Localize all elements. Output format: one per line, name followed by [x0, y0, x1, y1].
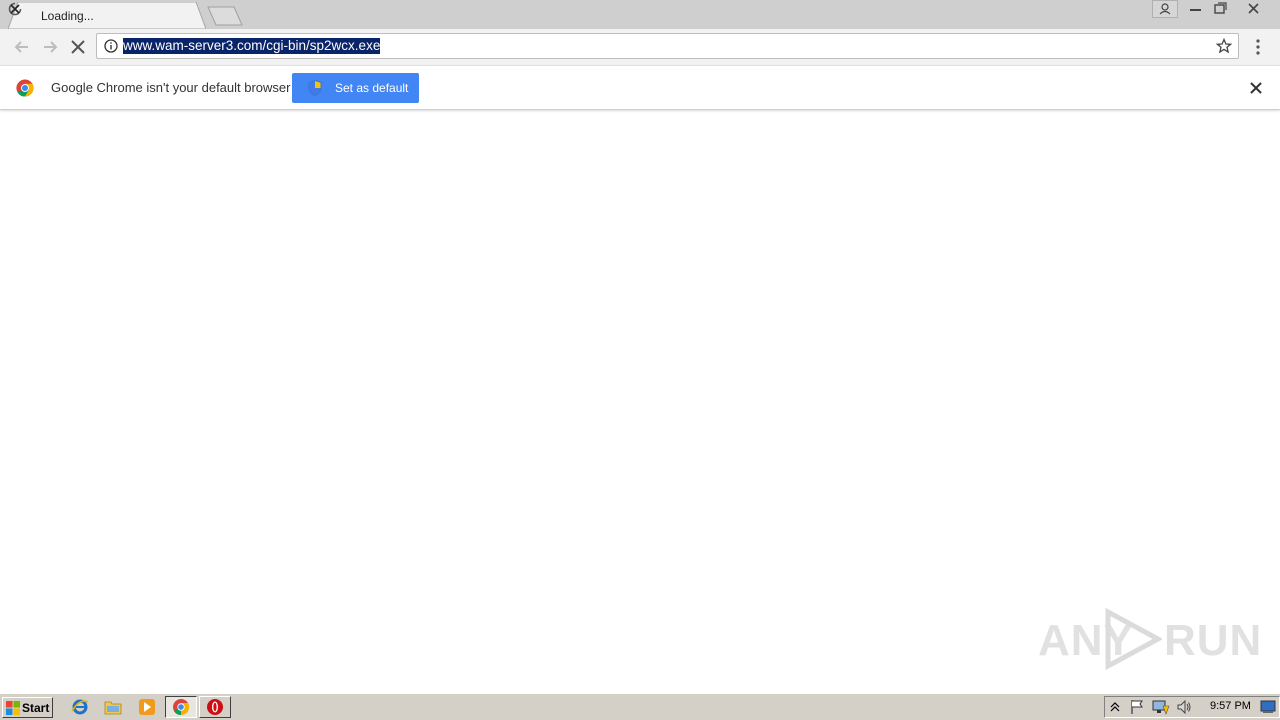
taskbar-chrome-button[interactable]	[165, 696, 197, 718]
shield-icon	[308, 80, 322, 96]
flag-icon[interactable]	[1129, 699, 1145, 715]
address-bar[interactable]: www.wam-server3.com/cgi-bin/sp2wcx.exe	[96, 33, 1239, 59]
info-icon[interactable]	[104, 39, 118, 53]
folder-icon[interactable]	[104, 698, 122, 716]
watermark-right-text: RUN	[1164, 616, 1263, 665]
play-logo-icon	[1105, 608, 1162, 670]
star-icon[interactable]	[1216, 38, 1232, 54]
tab-loading[interactable]: Loading...	[8, 2, 206, 29]
opera-icon	[207, 699, 223, 715]
clock[interactable]: 9:57 PM	[1210, 700, 1251, 712]
anyrun-watermark: ANY RUN	[1036, 606, 1261, 672]
forward-icon[interactable]	[40, 37, 60, 57]
tab-shape	[8, 2, 206, 29]
start-label: Start	[22, 701, 50, 715]
profile-button[interactable]	[1152, 0, 1178, 18]
title-bar: Loading...	[0, 0, 1280, 29]
show-desktop-icon[interactable]	[1260, 700, 1276, 714]
new-tab-button[interactable]	[206, 6, 246, 26]
minimize-button[interactable]	[1184, 0, 1208, 18]
chrome-logo-icon	[16, 79, 34, 97]
menu-icon[interactable]	[1250, 37, 1266, 57]
close-icon[interactable]	[1249, 81, 1263, 95]
set-as-default-label: Set as default	[335, 81, 409, 95]
taskbar-opera-button[interactable]	[199, 696, 231, 718]
system-tray: 9:57 PM	[1104, 696, 1280, 718]
back-icon[interactable]	[12, 37, 32, 57]
url-text[interactable]: www.wam-server3.com/cgi-bin/sp2wcx.exe	[123, 38, 381, 54]
media-player-icon[interactable]	[138, 698, 156, 716]
infobar-message: Google Chrome isn't your default browser	[51, 80, 291, 95]
close-icon[interactable]	[8, 2, 22, 16]
tab-title: Loading...	[41, 9, 94, 23]
close-window-button[interactable]	[1238, 0, 1270, 18]
browser-toolbar: www.wam-server3.com/cgi-bin/sp2wcx.exe	[0, 29, 1280, 65]
default-browser-infobar: Google Chrome isn't your default browser…	[0, 65, 1280, 110]
start-button[interactable]: Start	[2, 697, 53, 718]
chrome-icon	[173, 699, 190, 716]
set-as-default-button[interactable]: Set as default	[292, 73, 419, 103]
volume-icon[interactable]	[1176, 699, 1192, 715]
tray-arrow-icon[interactable]	[1109, 700, 1121, 714]
ie-icon[interactable]	[71, 698, 89, 716]
network-icon[interactable]	[1152, 699, 1170, 715]
taskbar: Start 9:57 PM	[0, 693, 1280, 720]
stop-icon[interactable]	[68, 37, 88, 57]
windows-logo-icon	[6, 701, 20, 715]
restore-button[interactable]	[1208, 0, 1232, 18]
